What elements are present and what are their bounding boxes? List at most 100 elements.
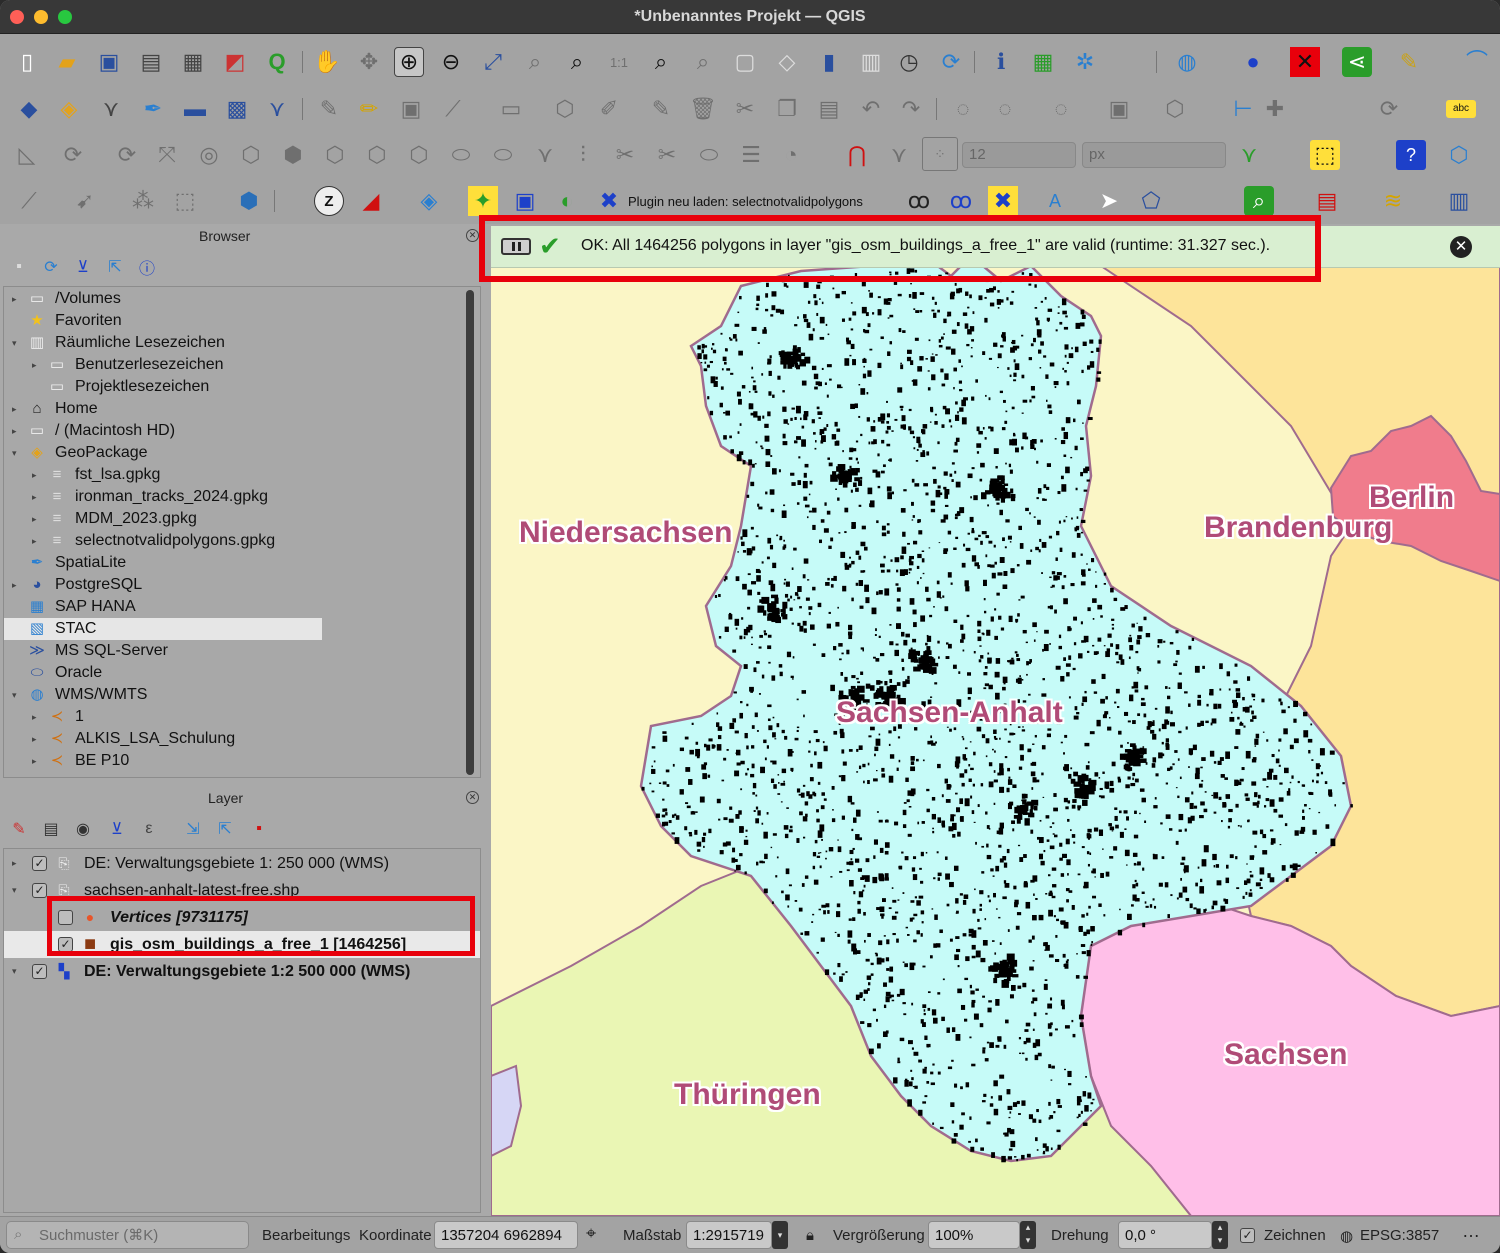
expand-arrow-icon[interactable]: ▸	[12, 574, 22, 596]
layer-panel-close-icon[interactable]: ✕	[466, 791, 479, 804]
snapping-magnet-icon[interactable]: ⋂	[842, 140, 872, 170]
zoom-selection-icon[interactable]: ⌕	[520, 47, 550, 77]
expand-arrow-icon[interactable]: ▾	[12, 877, 22, 904]
browser-item[interactable]: ▧ STAC	[4, 618, 322, 640]
georeferencer-icon[interactable]: ⬡	[1444, 140, 1474, 170]
rotation-field[interactable]: 0,0 °	[1118, 1221, 1212, 1249]
fill-ring-icon[interactable]: ⬢	[278, 140, 308, 170]
expand-arrow-icon[interactable]: ▸	[32, 706, 42, 728]
curve-tool-icon[interactable]: ⌒	[1462, 47, 1492, 77]
topology-icon[interactable]: ⋎	[1234, 140, 1264, 170]
reshape-icon[interactable]: ⬡	[404, 140, 434, 170]
layer-styling-icon[interactable]: ✎	[8, 818, 30, 840]
browser-item[interactable]: ▸ ≺ BE P10	[4, 750, 474, 772]
snapping-tolerance-input[interactable]: 12	[962, 142, 1076, 168]
delete-ring-icon[interactable]: ⬡	[320, 140, 350, 170]
zoom-full-icon[interactable]: ⤢	[478, 47, 508, 77]
identify-features-icon[interactable]: ℹ	[986, 47, 1016, 77]
browser-item[interactable]: ▸ ▭ /Volumes	[4, 288, 474, 310]
close-red-icon[interactable]: ✕	[1290, 47, 1320, 77]
deselect-features-icon[interactable]: ◌	[1046, 94, 1076, 124]
label-a-icon[interactable]: A	[1040, 186, 1070, 216]
text-annotation-icon[interactable]: ⁂	[128, 186, 158, 216]
open-project-icon[interactable]: ▰	[52, 47, 82, 77]
node-tool-icon[interactable]: ⬠	[1136, 186, 1166, 216]
zoom-next-icon[interactable]: ⌕	[688, 47, 718, 77]
annotation-icon[interactable]: ➹	[70, 186, 100, 216]
browser-item[interactable]: ▾ ▥ Räumliche Lesezeichen	[4, 332, 474, 354]
expand-arrow-icon[interactable]: ▸	[12, 850, 22, 877]
invert-selection-icon[interactable]: ⬡	[1160, 94, 1190, 124]
expand-arrow-icon[interactable]: ▾	[12, 332, 22, 354]
temporal-controller-icon[interactable]: ◷	[894, 47, 924, 77]
magnifier-spin-icon[interactable]: ▴ ▾	[1020, 1221, 1036, 1249]
pan-hand-icon[interactable]: ✋	[312, 47, 342, 77]
style-manager-icon[interactable]: ◩	[220, 47, 250, 77]
filter-expression-icon[interactable]: ε	[138, 818, 160, 840]
browser-item[interactable]: ▸ ◕ PostgreSQL	[4, 574, 474, 596]
rotate-point-icon[interactable]: ✂	[652, 140, 682, 170]
pan-to-selection-icon[interactable]: ✥	[354, 47, 384, 77]
zoom-out-icon[interactable]: ⊖	[436, 47, 466, 77]
expand-arrow-icon[interactable]: ▸	[32, 486, 42, 508]
messages-icon[interactable]: …	[1462, 1221, 1480, 1242]
expand-arrow-icon[interactable]: ▸	[12, 420, 22, 442]
redo-icon[interactable]: ↷	[896, 94, 926, 124]
digitize-polygon-icon[interactable]: ▭	[496, 94, 526, 124]
browser-refresh-icon[interactable]: ⟳	[40, 256, 62, 278]
snapping-vertex-icon[interactable]: ⋎	[884, 140, 914, 170]
refresh-icon[interactable]: ⟳	[936, 47, 966, 77]
shape-digitize-icon[interactable]: ◔	[776, 140, 806, 170]
save-edits-icon[interactable]: ▣	[396, 94, 426, 124]
vertex-tool-icon[interactable]: ⬡	[550, 94, 580, 124]
copy-features-icon[interactable]: ❐	[772, 94, 802, 124]
expand-arrow-icon[interactable]: ▸	[32, 354, 42, 376]
plugin-reload-icon[interactable]: ✖	[594, 186, 624, 216]
browser-item[interactable]: ▾ ◍ WMS/WMTS	[4, 684, 474, 706]
glasses-icon[interactable]: ꝏ	[904, 186, 934, 216]
rotate-label-icon[interactable]: ⟳	[1374, 94, 1404, 124]
plugin-green-icon[interactable]: ◐	[552, 186, 582, 216]
new-bookmark-icon[interactable]: ▮	[814, 47, 844, 77]
delete-part-icon[interactable]: ⬡	[362, 140, 392, 170]
layer-item[interactable]: ▾ ✓ ▚ DE: Verwaltungsgebiete 1:2 500 000 (W…	[4, 958, 480, 985]
expand-arrow-icon[interactable]: ▾	[12, 442, 22, 464]
snapping-type-icon[interactable]: ⁘	[922, 137, 958, 171]
add-feature-icon[interactable]: ✚	[1260, 94, 1290, 124]
db-manager-icon[interactable]: ▥	[1444, 186, 1474, 216]
digitize-line-icon[interactable]: ⟋	[438, 94, 468, 124]
magnifier-field[interactable]: 100%	[928, 1221, 1020, 1249]
browser-item[interactable]: ▸ ≡ ironman_tracks_2024.gpkg	[4, 486, 474, 508]
glasses-blue-icon[interactable]: ꝏ	[946, 186, 976, 216]
expand-arrow-icon[interactable]: ▸	[32, 508, 42, 530]
map-canvas[interactable]: Niedersachsen Brandenburg Berlin Sachsen…	[491, 226, 1500, 1216]
add-part-icon[interactable]: ⬡	[236, 140, 266, 170]
visibility-eye-icon[interactable]: ◉	[72, 818, 94, 840]
merge-features-icon[interactable]: ⫶	[568, 140, 598, 170]
browser-item[interactable]: ▸ ≺ 1	[4, 706, 474, 728]
layer-visibility-checkbox[interactable]: ✓	[32, 883, 47, 898]
measure-icon[interactable]: ⊢	[1228, 94, 1258, 124]
expand-arrow-icon[interactable]: ▸	[32, 464, 42, 486]
add-selected-layers-icon[interactable]: ▪	[8, 256, 30, 278]
expand-all-icon[interactable]: ⇲	[182, 818, 204, 840]
add-ring-icon[interactable]: ◎	[194, 140, 224, 170]
plugin-reload-label[interactable]: Plugin neu laden: selectnotvalidpolygons	[628, 194, 863, 209]
browser-item[interactable]: ▸ ≺ ALKIS_LSA_Schulung	[4, 728, 474, 750]
scale-field[interactable]: 1:2915719	[686, 1221, 772, 1249]
chart-plot-icon[interactable]: ◢	[356, 186, 386, 216]
select-all-icon[interactable]: ▣	[1104, 94, 1134, 124]
remove-layer-icon[interactable]: ▪	[248, 818, 270, 840]
browser-item[interactable]: ▦ SAP HANA	[4, 596, 474, 618]
plugin-x-icon[interactable]: ✖	[988, 186, 1018, 216]
browser-scrollbar[interactable]	[466, 290, 474, 775]
zoom-native-icon[interactable]: 1:1	[604, 47, 634, 77]
add-group-icon[interactable]: ▤	[40, 818, 62, 840]
browser-item[interactable]: ★ Favoriten	[4, 310, 474, 332]
move-feature-icon[interactable]: ⤧	[152, 140, 182, 170]
select-by-location-icon[interactable]: ⬚	[1310, 140, 1340, 170]
quickmapservices-icon[interactable]: ◈	[414, 186, 444, 216]
add-raster-icon[interactable]: ▬	[180, 94, 210, 124]
save-project-icon[interactable]: ▣	[94, 47, 124, 77]
layer-item[interactable]: ▸ ✓ ⎘ DE: Verwaltungsgebiete 1: 250 000 (WM…	[4, 850, 480, 877]
